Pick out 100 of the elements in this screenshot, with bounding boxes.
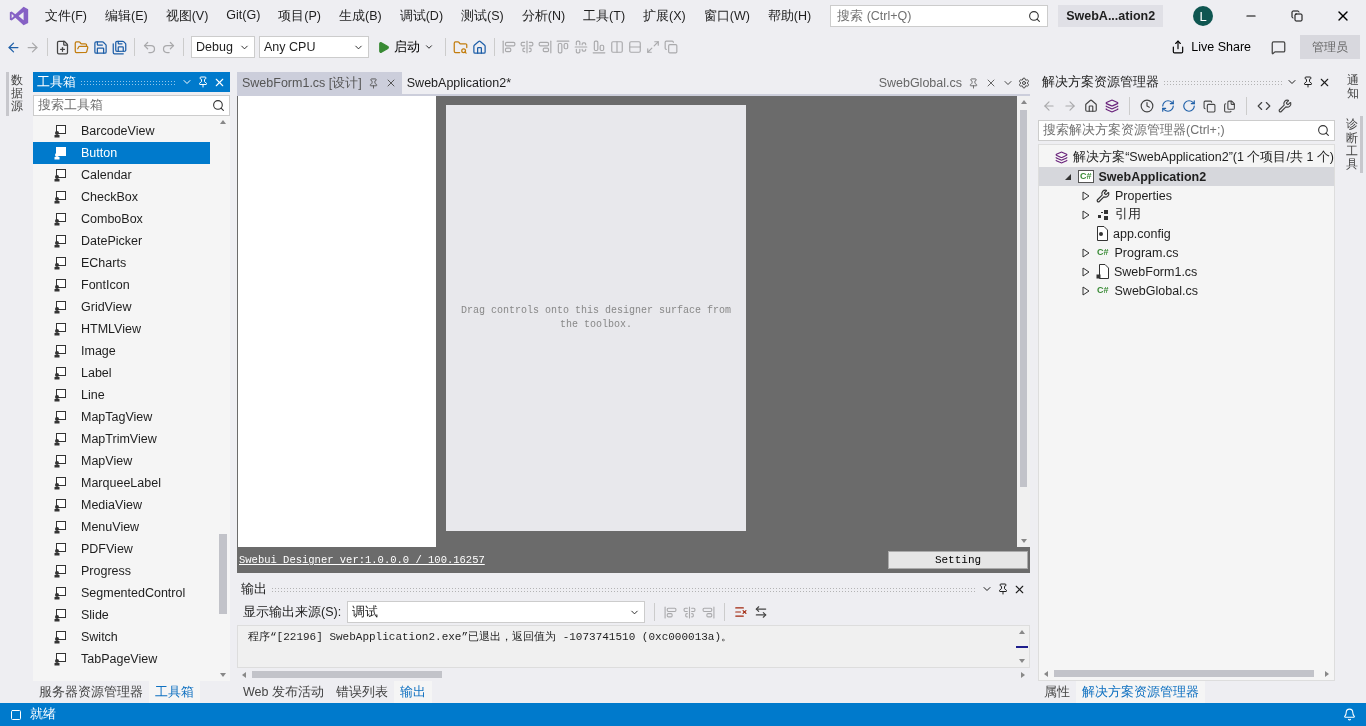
toolbox-item[interactable]: CheckBox (33, 186, 210, 208)
scroll-arrow-icon[interactable] (1019, 537, 1028, 545)
forward-icon[interactable] (1063, 99, 1077, 113)
toolbox-item[interactable]: Label (33, 362, 210, 384)
new-file-icon[interactable] (55, 39, 70, 55)
show-all-files-icon[interactable] (1223, 99, 1236, 113)
collapsed-arrow-icon[interactable] (1082, 285, 1090, 296)
side-tab[interactable]: 诊断工具 (1343, 116, 1363, 174)
align-center-icon[interactable] (683, 605, 697, 619)
menu-item[interactable]: 调试(D) (390, 7, 453, 25)
panel-tab[interactable]: 服务器资源管理器 (33, 681, 149, 703)
admin-button[interactable]: 管理员 (1300, 35, 1360, 59)
toolbox-item[interactable]: MapTagView (33, 406, 210, 428)
toolbox-item[interactable]: HTMLView (33, 318, 210, 340)
scroll-arrow-icon[interactable] (240, 670, 248, 679)
home-icon[interactable] (1084, 99, 1098, 113)
collapsed-arrow-icon[interactable] (1082, 209, 1090, 220)
scrollbar-thumb[interactable] (252, 671, 442, 678)
tree-item[interactable]: Properties (1039, 186, 1334, 205)
scrollbar-thumb[interactable] (1020, 110, 1027, 487)
toolbox-item[interactable]: ComboBox (33, 208, 210, 230)
toolbox-item[interactable]: FontIcon (33, 274, 210, 296)
start-button[interactable]: 启动 (373, 38, 438, 56)
setting-button[interactable]: Setting (888, 551, 1028, 569)
side-tab[interactable]: 通知 (1345, 72, 1361, 103)
toolbox-item[interactable]: MapTrimView (33, 428, 210, 450)
toolbox-item[interactable]: MenuView (33, 516, 210, 538)
panel-tab[interactable]: 工具箱 (149, 681, 200, 703)
menu-item[interactable]: 分析(N) (512, 7, 575, 25)
scrollbar[interactable] (1017, 96, 1030, 547)
platform-dropdown[interactable]: Any CPU (259, 36, 369, 58)
toolbox-item[interactable]: Slide (33, 604, 210, 626)
version-link[interactable]: Swebui Designer ver:1.0.0.0 / 100.16257 (239, 554, 485, 566)
panel-tab[interactable]: 输出 (393, 681, 432, 703)
sync-icon[interactable] (1161, 99, 1175, 113)
collapsed-arrow-icon[interactable] (1082, 266, 1090, 277)
toolbox-item[interactable]: Progress (33, 560, 210, 582)
scroll-arrow-icon[interactable] (1018, 628, 1026, 636)
toolbox-item[interactable]: DatePicker (33, 230, 210, 252)
word-wrap-icon[interactable] (754, 605, 769, 619)
toolbox-item[interactable]: Calendar (33, 164, 210, 186)
toolbox-item[interactable]: MapView (33, 450, 210, 472)
pin-icon[interactable] (1302, 76, 1314, 88)
menu-item[interactable]: 窗口(W) (694, 7, 759, 25)
collapsed-arrow-icon[interactable] (1082, 190, 1090, 201)
redo-icon[interactable] (161, 39, 176, 55)
toolbox-item[interactable]: Button (33, 142, 210, 164)
menu-item[interactable]: 测试(S) (452, 7, 513, 25)
configuration-dropdown[interactable]: Debug (191, 36, 255, 58)
code-icon[interactable] (1257, 99, 1271, 113)
search-field[interactable]: 搜索解决方案资源管理器(Ctrl+;) (1038, 120, 1335, 141)
feedback-icon[interactable] (1271, 39, 1286, 55)
clear-all-icon[interactable] (734, 605, 749, 619)
folder-search-icon[interactable] (453, 39, 468, 55)
search-field[interactable]: 搜索工具箱 (33, 95, 230, 116)
scroll-arrow-icon[interactable] (219, 671, 227, 679)
toolbox-item[interactable]: Image (33, 340, 210, 362)
panel-tab[interactable]: 属性 (1038, 681, 1076, 703)
toolbox-item[interactable]: Switch (33, 626, 210, 648)
tree-item[interactable]: 解决方案“SwebApplication2”(1 个项目/共 1 个) (1039, 148, 1334, 167)
menu-item[interactable]: 视图(V) (156, 7, 218, 25)
tree-item[interactable]: app.config (1039, 224, 1334, 243)
menu-item[interactable]: Git(G) (217, 7, 270, 25)
refresh-icon[interactable] (1182, 99, 1196, 113)
scroll-arrow-icon[interactable] (219, 118, 227, 126)
panel-tab[interactable]: Web 发布活动 (237, 681, 330, 703)
toolbox-item[interactable]: Line (33, 384, 210, 406)
menu-item[interactable]: 编辑(E) (95, 7, 157, 25)
account-avatar[interactable]: L (1193, 6, 1214, 26)
tree-item[interactable]: C# SwebApplication2 (1039, 167, 1334, 186)
toolbox-item[interactable]: PDFView (33, 538, 210, 560)
save-all-icon[interactable] (112, 39, 127, 55)
tree-item[interactable]: C# Program.cs (1039, 243, 1334, 262)
menu-item[interactable]: 工具(T) (574, 7, 635, 25)
panel-tab[interactable]: 错误列表 (329, 681, 394, 703)
wrench-icon[interactable] (1278, 99, 1292, 113)
align-left-icon[interactable] (664, 605, 678, 619)
scrollbar-thumb[interactable] (219, 533, 227, 614)
live-share-button[interactable]: Live Share (1165, 40, 1257, 54)
menu-item[interactable]: 帮助(H) (758, 7, 821, 25)
clock-icon[interactable] (1140, 99, 1154, 113)
back-icon[interactable] (6, 39, 21, 55)
toolbox-item[interactable]: GridView (33, 296, 210, 318)
search-field[interactable]: 搜索 (Ctrl+Q) (830, 5, 1049, 27)
scrollbar-thumb[interactable] (1054, 670, 1314, 677)
tree-item[interactable]: C# SwebGlobal.cs (1039, 281, 1334, 300)
menu-item[interactable]: 项目(P) (269, 7, 330, 25)
menu-item[interactable]: 生成(B) (330, 7, 391, 25)
app-logo-icon[interactable] (8, 5, 30, 27)
notification-bell-icon[interactable] (1343, 708, 1356, 721)
panel-tab[interactable]: 解决方案资源管理器 (1076, 681, 1205, 703)
toolbox-item[interactable]: BarcodeView (33, 120, 210, 142)
toolbox-item[interactable]: MarqueeLabel (33, 472, 210, 494)
scroll-arrow-icon[interactable] (1042, 669, 1050, 678)
side-tab[interactable]: 数据源 (5, 72, 25, 116)
home-icon[interactable] (472, 39, 487, 55)
toolbox-item[interactable]: MediaView (33, 494, 210, 516)
tree-item[interactable]: 引用 (1039, 205, 1334, 224)
menu-item[interactable]: 扩展(X) (634, 7, 695, 25)
document-tab[interactable]: SwebApplication2* (401, 72, 517, 94)
